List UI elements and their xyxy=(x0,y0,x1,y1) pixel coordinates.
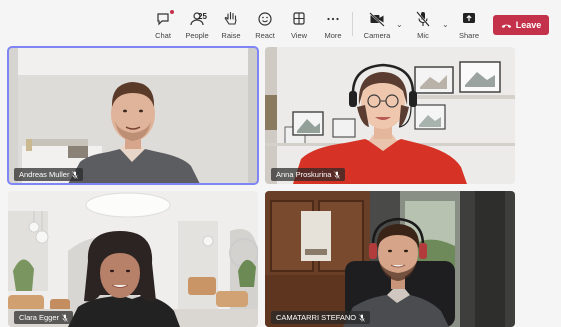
camera-button[interactable]: Camera xyxy=(359,10,395,42)
participant-tile-anna[interactable]: Anna Proskurina xyxy=(265,47,515,184)
mic-off-icon xyxy=(416,11,430,27)
people-label: People xyxy=(185,31,209,40)
mic-off-icon xyxy=(62,313,68,322)
participant-name: Clara Egger xyxy=(19,313,60,322)
raise-hand-button[interactable]: Raise xyxy=(213,10,249,42)
participant-name: Andreas Muller xyxy=(19,170,70,179)
view-label: View xyxy=(290,31,308,40)
participant-name-tag: Anna Proskurina xyxy=(271,168,346,181)
camera-options-chevron-icon[interactable]: ⌄ xyxy=(396,20,403,29)
mic-off-icon xyxy=(334,170,341,179)
leave-label: Leave xyxy=(515,20,542,30)
smiley-icon xyxy=(258,12,272,26)
mic-off-icon xyxy=(72,170,79,179)
participant-video xyxy=(265,191,515,327)
participant-tile-andreas[interactable]: Andreas Muller xyxy=(7,46,259,185)
participant-name: Anna Proskurina xyxy=(276,170,332,179)
chat-icon xyxy=(157,13,169,26)
participant-name-tag: CAMATARRI STEFANO xyxy=(271,311,371,324)
participant-video xyxy=(8,191,258,327)
more-label: More xyxy=(324,31,342,40)
hand-icon xyxy=(224,11,237,25)
participant-tile-stefano[interactable]: CAMATARRI STEFANO xyxy=(265,191,515,327)
share-button[interactable]: Share xyxy=(451,10,487,42)
mic-button[interactable]: Mic xyxy=(405,10,441,42)
share-label: Share xyxy=(458,31,479,40)
meeting-toolbar: Chat 25 People Raise React View More Cam… xyxy=(0,0,561,46)
share-screen-icon xyxy=(463,13,475,23)
participant-name: CAMATARRI STEFANO xyxy=(276,313,357,322)
participant-video xyxy=(8,47,258,184)
react-label: React xyxy=(255,31,275,40)
toolbar-divider xyxy=(352,12,353,36)
chat-button[interactable]: Chat xyxy=(145,10,181,42)
people-button[interactable]: 25 People xyxy=(179,10,215,42)
view-button[interactable]: View xyxy=(281,10,317,42)
chat-notification-dot xyxy=(170,10,174,14)
mic-label: Mic xyxy=(417,31,429,40)
camera-off-icon xyxy=(369,12,385,27)
chat-label: Chat xyxy=(155,31,171,40)
more-button[interactable]: More xyxy=(315,10,351,42)
people-count: 25 xyxy=(198,12,207,21)
hang-up-icon xyxy=(501,24,511,28)
participant-name-tag: Clara Egger xyxy=(14,311,74,324)
mic-off-icon xyxy=(359,313,365,322)
raise-label: Raise xyxy=(221,31,241,40)
participant-tile-clara[interactable]: Clara Egger xyxy=(8,191,258,327)
mic-options-chevron-icon[interactable]: ⌄ xyxy=(442,20,449,29)
react-button[interactable]: React xyxy=(247,10,283,42)
participant-video xyxy=(265,47,515,184)
participant-name-tag: Andreas Muller xyxy=(14,168,84,181)
leave-button[interactable]: Leave xyxy=(493,15,549,35)
more-dots-icon xyxy=(327,17,339,21)
camera-label: Camera xyxy=(363,31,391,40)
grid-view-icon xyxy=(293,12,305,25)
